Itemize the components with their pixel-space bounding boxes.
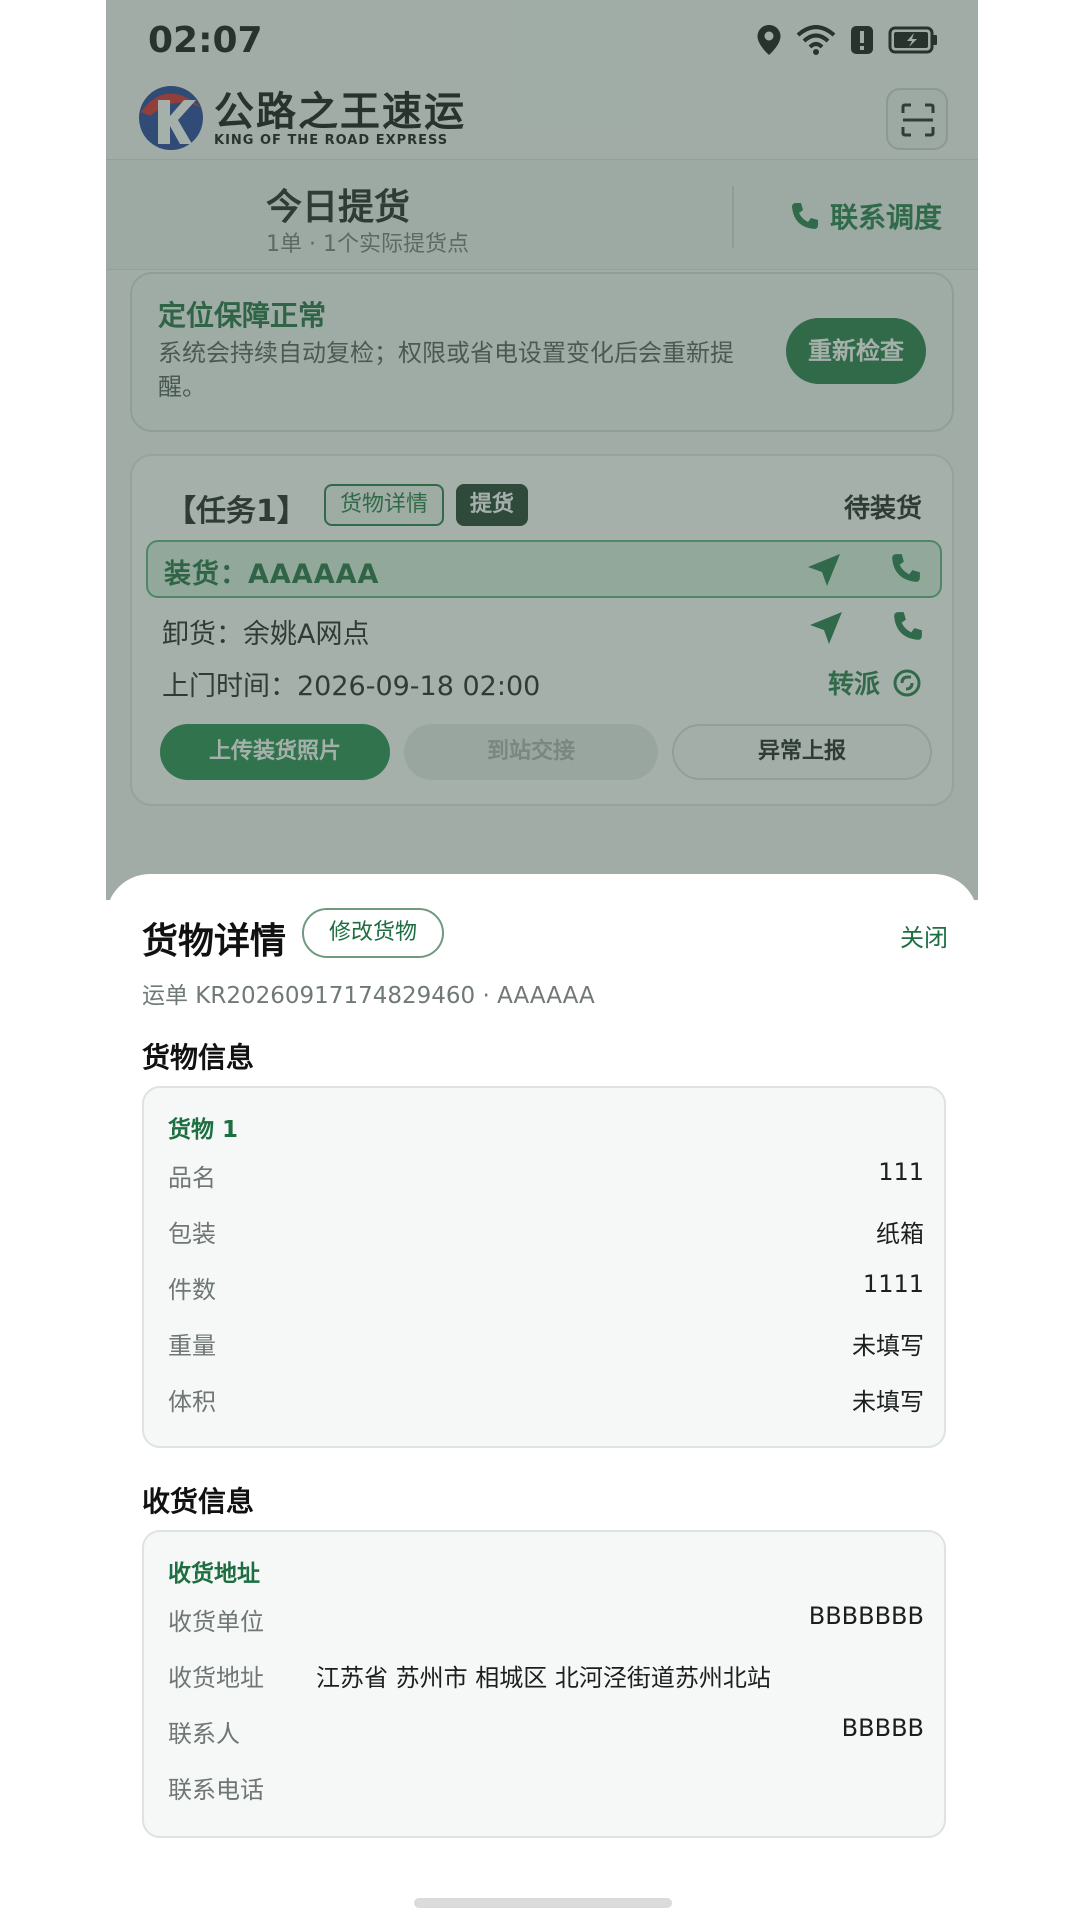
receiver-key: 收货单位	[168, 1608, 264, 1636]
cargo-row: 件数 1111	[168, 1270, 924, 1310]
cargo-key: 体积	[168, 1388, 216, 1416]
receiver-key: 联系电话	[168, 1776, 264, 1804]
cargo-key: 重量	[168, 1332, 216, 1360]
cargo-value: 纸箱	[876, 1220, 924, 1248]
cargo-value: 111	[878, 1158, 924, 1186]
receiver-value: BBBBBBB	[808, 1602, 924, 1630]
waybill-number: 运单 KR20260917174829460 · AAAAAA	[142, 983, 595, 1009]
cargo-row: 包装 纸箱	[168, 1214, 924, 1254]
receiver-value: BBBBB	[841, 1714, 924, 1742]
receiver-key: 收货地址	[168, 1664, 264, 1692]
cargo-row: 重量 未填写	[168, 1326, 924, 1366]
cargo-key: 件数	[168, 1276, 216, 1304]
modal-backdrop[interactable]	[106, 0, 978, 900]
receiver-info-box: 收货地址 收货单位 BBBBBBB 收货地址 江苏省 苏州市 相城区 北河泾街道…	[142, 1530, 946, 1838]
receiver-row: 收货地址 江苏省 苏州市 相城区 北河泾街道苏州北站	[168, 1658, 924, 1698]
cargo-value: 未填写	[852, 1388, 924, 1416]
cargo-info-box: 货物 1 品名 111 包装 纸箱 件数 1111 重量 未填写 体积 未填写	[142, 1086, 946, 1448]
receiver-section-title: 收货信息	[142, 1485, 255, 1518]
cargo-detail-sheet: 货物详情 修改货物 关闭 运单 KR20260917174829460 · AA…	[106, 874, 978, 1920]
sheet-title: 货物详情	[142, 921, 287, 962]
receiver-address-value: 江苏省 苏州市 相城区 北河泾街道苏州北站	[316, 1664, 771, 1692]
home-indicator[interactable]	[414, 1898, 672, 1908]
close-button[interactable]: 关闭	[900, 918, 948, 953]
receiver-row: 收货单位 BBBBBBB	[168, 1602, 924, 1642]
receiver-row: 联系人 BBBBB	[168, 1714, 924, 1754]
cargo-heading: 货物 1	[168, 1117, 239, 1143]
edit-cargo-button[interactable]: 修改货物	[302, 908, 444, 958]
cargo-row: 体积 未填写	[168, 1382, 924, 1422]
cargo-row: 品名 111	[168, 1158, 924, 1198]
cargo-key: 品名	[168, 1164, 216, 1192]
receiver-row: 联系电话	[168, 1770, 924, 1810]
cargo-key: 包装	[168, 1220, 216, 1248]
receiver-key: 联系人	[168, 1720, 240, 1748]
cargo-value: 未填写	[852, 1332, 924, 1360]
receiver-heading: 收货地址	[168, 1561, 260, 1587]
cargo-section-title: 货物信息	[142, 1041, 255, 1074]
cargo-value: 1111	[862, 1270, 924, 1298]
